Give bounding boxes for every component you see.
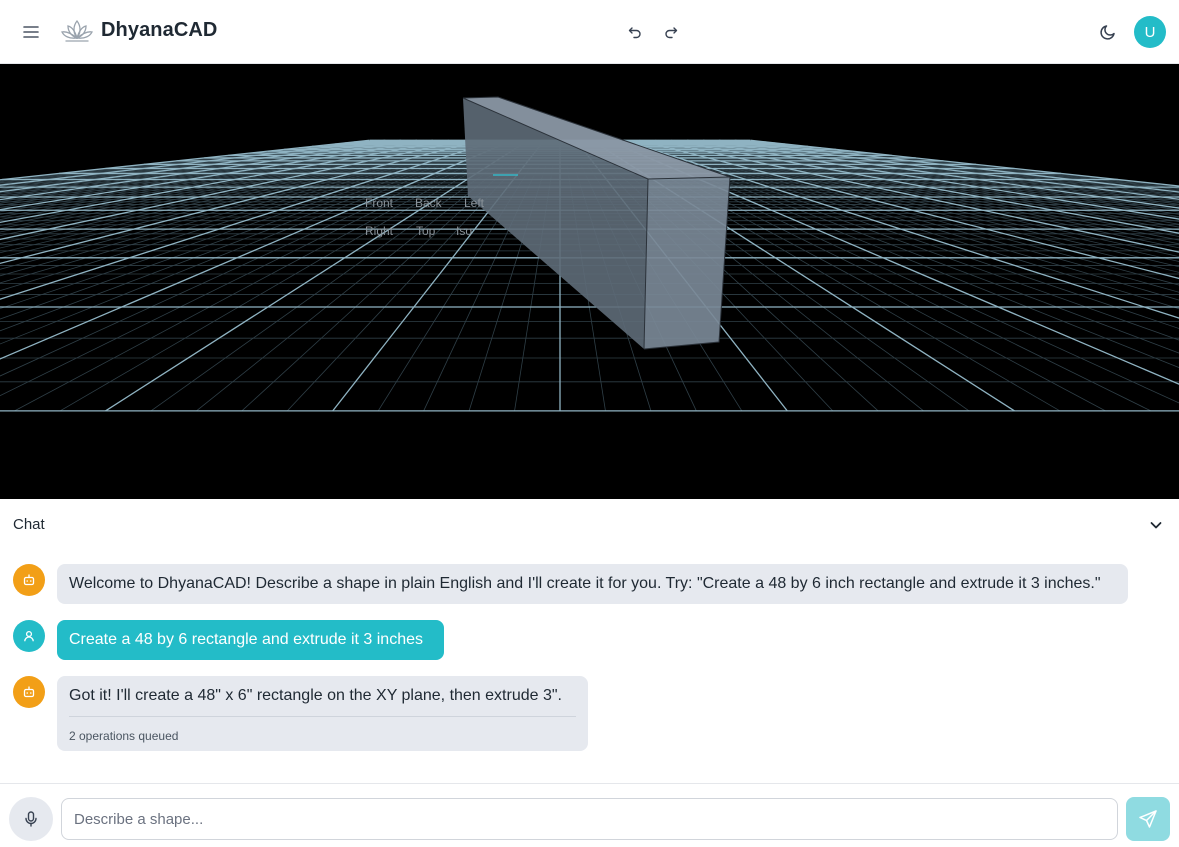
shape-description-input[interactable] <box>61 798 1118 840</box>
cad-viewport[interactable]: Front Back Left Right Top Iso <box>0 64 1179 499</box>
chat-panel-header: Chat <box>0 499 1179 551</box>
microphone-button[interactable] <box>9 797 53 841</box>
message-divider <box>69 716 576 717</box>
collapse-chat-button[interactable] <box>1145 514 1167 536</box>
view-right-button[interactable]: Right <box>365 224 393 238</box>
view-front-button[interactable]: Front <box>365 196 393 210</box>
user-avatar[interactable]: U <box>1134 16 1166 48</box>
app-header: DhyanaCAD U <box>0 0 1179 64</box>
chat-input-bar <box>0 783 1179 847</box>
assistant-avatar <box>13 676 45 708</box>
robot-icon <box>23 574 35 586</box>
undo-button[interactable] <box>624 21 646 43</box>
chat-title: Chat <box>13 516 45 533</box>
assistant-avatar <box>13 564 45 596</box>
app-title: DhyanaCAD <box>101 19 218 41</box>
view-back-button[interactable]: Back <box>415 196 442 210</box>
extruded-box[interactable] <box>462 96 731 350</box>
scene-canvas[interactable] <box>0 64 1179 499</box>
message-text: Create a 48 by 6 rectangle and extrude i… <box>69 631 423 648</box>
message-text: Welcome to DhyanaCAD! Describe a shape i… <box>69 575 1101 592</box>
send-icon <box>1139 810 1157 828</box>
moon-icon <box>1100 25 1115 40</box>
assistant-message: Welcome to DhyanaCAD! Describe a shape i… <box>57 564 1128 604</box>
undo-icon <box>628 27 641 39</box>
robot-icon <box>23 686 35 698</box>
redo-icon <box>665 27 678 39</box>
lotus-logo-icon <box>61 19 93 42</box>
chevron-down-icon <box>1150 522 1162 529</box>
view-iso-button[interactable]: Iso <box>456 224 472 238</box>
assistant-message: Got it! I'll create a 48" x 6" rectangle… <box>57 676 588 751</box>
user-icon <box>24 630 34 642</box>
redo-button[interactable] <box>660 21 682 43</box>
hamburger-menu-icon <box>23 26 39 38</box>
user-message: Create a 48 by 6 rectangle and extrude i… <box>57 620 444 660</box>
send-button[interactable] <box>1126 797 1170 841</box>
menu-button[interactable] <box>19 20 43 44</box>
message-text: Got it! I'll create a 48" x 6" rectangle… <box>69 687 562 704</box>
operations-status: 2 operations queued <box>69 729 179 743</box>
theme-toggle-button[interactable] <box>1097 21 1119 43</box>
user-message-avatar <box>13 620 45 652</box>
view-left-button[interactable]: Left <box>464 196 484 210</box>
view-top-button[interactable]: Top <box>416 224 435 238</box>
microphone-icon <box>25 811 37 827</box>
